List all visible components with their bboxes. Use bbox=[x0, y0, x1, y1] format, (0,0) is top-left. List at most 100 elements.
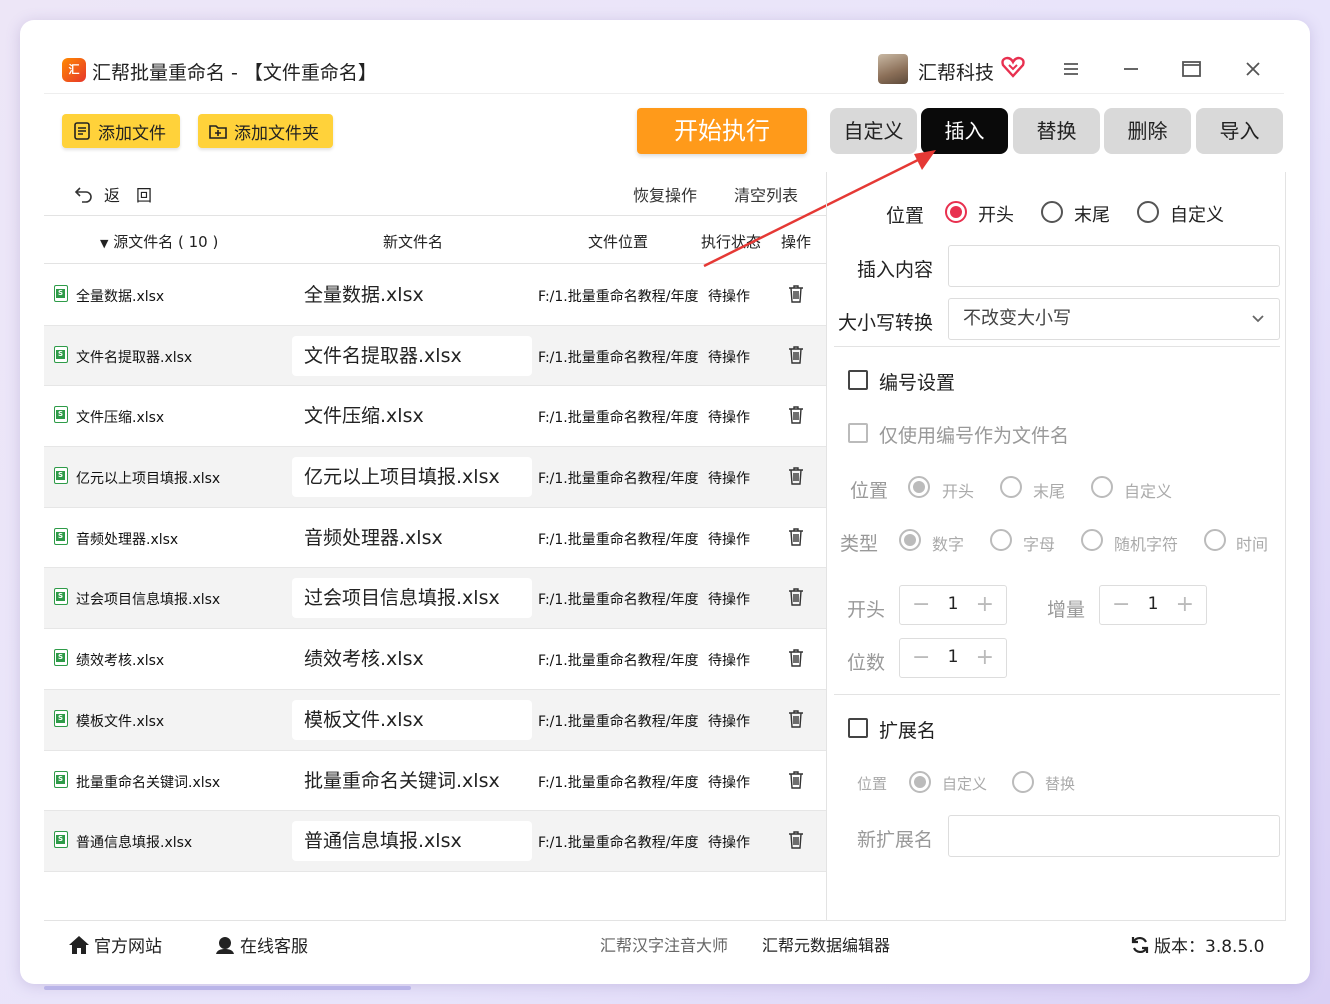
ext-replace-radio[interactable] bbox=[1012, 771, 1034, 793]
table-row[interactable]: 音频处理器.xlsx 音频处理器.xlsx F:/1.批量重命名教程/年度报表待操作 bbox=[44, 508, 826, 569]
position-label: 位置 bbox=[886, 205, 925, 227]
table-row[interactable]: 全量数据.xlsx 全量数据.xlsx F:/1.批量重命名教程/年度报表待操作 bbox=[44, 265, 826, 326]
menu-icon[interactable] bbox=[1058, 56, 1084, 82]
new-filename[interactable]: 文件名提取器.xlsx bbox=[292, 335, 532, 376]
online-support-link[interactable]: 在线客服 bbox=[214, 932, 308, 957]
table-row[interactable]: 过会项目信息填报.xlsx 过会项目信息填报.xlsx F:/1.批量重命名教程/年… bbox=[44, 568, 826, 630]
trash-icon[interactable] bbox=[787, 405, 805, 425]
plus-icon[interactable]: + bbox=[976, 647, 994, 669]
plus-icon[interactable]: + bbox=[976, 594, 994, 616]
source-filename: 过会项目信息填报.xlsx bbox=[76, 592, 221, 609]
horizontal-scrollbar[interactable] bbox=[44, 986, 411, 990]
table-row[interactable]: 文件名提取器.xlsx 文件名提取器.xlsx F:/1.批量重命名教程/年度报表待… bbox=[44, 325, 826, 387]
tab-import[interactable]: 导入 bbox=[1196, 108, 1283, 154]
add-folder-button[interactable]: 添加文件夹 bbox=[198, 114, 333, 148]
back-button[interactable]: 返 回 bbox=[74, 182, 152, 206]
new-filename[interactable]: 模板文件.xlsx bbox=[292, 699, 532, 740]
excel-file-icon bbox=[54, 285, 68, 302]
status-text: 待操作 bbox=[708, 835, 750, 852]
trash-icon[interactable] bbox=[787, 587, 805, 607]
new-filename[interactable]: 全量数据.xlsx bbox=[292, 275, 532, 315]
maximize-icon[interactable] bbox=[1178, 56, 1204, 82]
source-filename: 亿元以上项目填报.xlsx bbox=[76, 471, 221, 488]
trash-icon[interactable] bbox=[787, 830, 805, 850]
only-number-checkbox[interactable] bbox=[848, 423, 868, 443]
numbering-checkbox[interactable] bbox=[848, 370, 868, 390]
new-filename[interactable]: 文件压缩.xlsx bbox=[292, 396, 532, 436]
official-website-label: 官方网站 bbox=[94, 937, 162, 957]
tab-insert[interactable]: 插入 bbox=[921, 108, 1008, 154]
excel-file-icon bbox=[54, 406, 68, 424]
add-folder-label: 添加文件夹 bbox=[234, 123, 319, 144]
position-end-radio[interactable] bbox=[1041, 201, 1063, 223]
add-file-button[interactable]: 添加文件 bbox=[62, 114, 180, 148]
tab-delete[interactable]: 删除 bbox=[1104, 108, 1191, 154]
trash-icon[interactable] bbox=[787, 709, 805, 729]
table-row[interactable]: 绩效考核.xlsx 绩效考核.xlsx F:/1.批量重命名教程/年度报表待操作 bbox=[44, 629, 826, 690]
num-position-label: 位置 bbox=[850, 480, 889, 502]
type-random-radio[interactable] bbox=[1081, 529, 1103, 551]
brand-avatar bbox=[878, 54, 908, 84]
type-number-radio[interactable] bbox=[899, 529, 921, 551]
num-position-end-radio[interactable] bbox=[1000, 476, 1022, 498]
table-row[interactable]: 模板文件.xlsx 模板文件.xlsx F:/1.批量重命名教程/年度报表待操作 bbox=[44, 689, 826, 751]
trash-icon[interactable] bbox=[787, 648, 805, 668]
type-time-radio[interactable] bbox=[1204, 529, 1226, 551]
pinyin-tool-link[interactable]: 汇帮汉字注音大师 bbox=[600, 932, 728, 956]
clear-list-button[interactable]: 清空列表 bbox=[734, 182, 798, 206]
new-filename[interactable]: 批量重命名关键词.xlsx bbox=[292, 761, 532, 801]
position-custom-radio[interactable] bbox=[1137, 201, 1159, 223]
version-label: 版本：3.8.5.0 bbox=[1154, 937, 1265, 957]
plus-icon[interactable]: + bbox=[1176, 594, 1194, 616]
brand-name: 汇帮科技 bbox=[918, 62, 995, 84]
table-row[interactable]: 文件压缩.xlsx 文件压缩.xlsx F:/1.批量重命名教程/年度报表待操作 bbox=[44, 386, 826, 448]
new-filename[interactable]: 绩效考核.xlsx bbox=[292, 639, 532, 679]
increment-stepper[interactable]: − 1 + bbox=[1099, 585, 1207, 625]
metadata-editor-link[interactable]: 汇帮元数据编辑器 bbox=[762, 932, 890, 956]
digits-label: 位数 bbox=[847, 652, 886, 674]
trash-icon[interactable] bbox=[787, 284, 805, 304]
tab-replace[interactable]: 替换 bbox=[1013, 108, 1100, 154]
tab-custom[interactable]: 自定义 bbox=[830, 108, 917, 154]
trash-icon[interactable] bbox=[787, 527, 805, 547]
header-status: 执行状态 bbox=[701, 233, 762, 251]
num-type-label: 类型 bbox=[840, 533, 879, 555]
new-filename[interactable]: 过会项目信息填报.xlsx bbox=[292, 578, 532, 619]
new-filename[interactable]: 亿元以上项目填报.xlsx bbox=[292, 457, 532, 498]
type-letter-radio[interactable] bbox=[990, 529, 1012, 551]
excel-file-icon bbox=[54, 649, 68, 667]
case-convert-select[interactable]: 不改变大小写 bbox=[948, 298, 1280, 340]
type-random-label: 随机字符 bbox=[1114, 535, 1179, 554]
new-filename[interactable]: 音频处理器.xlsx bbox=[292, 518, 532, 558]
excel-file-icon bbox=[54, 588, 68, 606]
trash-icon[interactable] bbox=[787, 345, 805, 365]
start-value-stepper[interactable]: − 1 + bbox=[899, 585, 1007, 625]
restore-button[interactable]: 恢复操作 bbox=[633, 182, 697, 206]
refresh-icon bbox=[1131, 936, 1149, 953]
table-row[interactable]: 亿元以上项目填报.xlsx 亿元以上项目填报.xlsx F:/1.批量重命名教程/年… bbox=[44, 447, 826, 508]
official-website-link[interactable]: 官方网站 bbox=[68, 932, 162, 957]
type-number-label: 数字 bbox=[932, 535, 965, 554]
close-icon[interactable] bbox=[1240, 56, 1266, 82]
insert-content-input[interactable] bbox=[948, 245, 1280, 287]
new-filename[interactable]: 普通信息填报.xlsx bbox=[292, 821, 532, 862]
file-location: F:/1.批量重命名教程/年度报表 bbox=[538, 531, 698, 548]
trash-icon[interactable] bbox=[787, 770, 805, 790]
undo-arrow-icon bbox=[74, 187, 92, 203]
start-button[interactable]: 开始执行 bbox=[637, 108, 807, 154]
extension-checkbox[interactable] bbox=[848, 718, 868, 738]
ext-custom-radio[interactable] bbox=[909, 771, 931, 793]
trash-icon[interactable] bbox=[787, 466, 805, 486]
insert-content-label: 插入内容 bbox=[857, 259, 934, 281]
num-position-custom-radio[interactable] bbox=[1091, 476, 1113, 498]
header-source[interactable]: ▼ 源文件名 ( 10 ) bbox=[100, 231, 218, 252]
num-position-start-radio[interactable] bbox=[908, 476, 930, 498]
table-row[interactable]: 批量重命名关键词.xlsx 批量重命名关键词.xlsx F:/1.批量重命名教程/年… bbox=[44, 751, 826, 812]
sort-down-icon: ▼ bbox=[100, 237, 109, 250]
position-start-radio[interactable] bbox=[945, 201, 967, 223]
digits-stepper[interactable]: − 1 + bbox=[899, 638, 1007, 678]
minimize-icon[interactable] bbox=[1118, 56, 1144, 82]
source-filename: 绩效考核.xlsx bbox=[76, 653, 165, 670]
table-row[interactable]: 普通信息填报.xlsx 普通信息填报.xlsx F:/1.批量重命名教程/年度报表待… bbox=[44, 811, 826, 872]
new-ext-input[interactable] bbox=[948, 815, 1280, 857]
